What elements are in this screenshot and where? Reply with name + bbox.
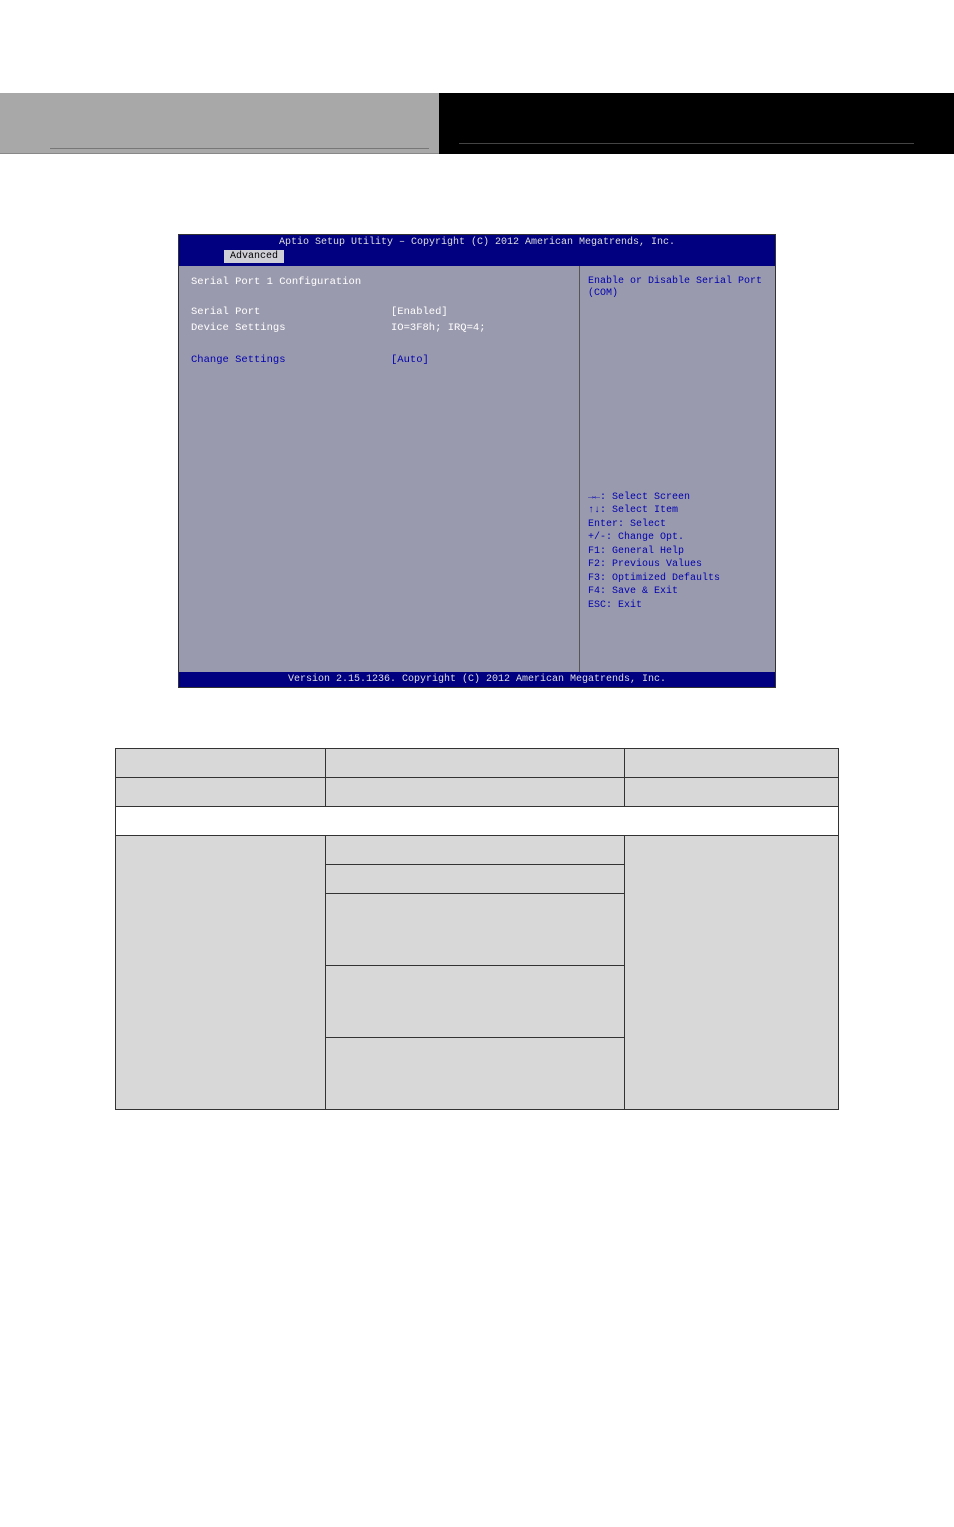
table-merged-cell bbox=[116, 807, 839, 836]
bios-key-row: ↑↓: Select Item bbox=[588, 504, 767, 518]
bios-key-row: →←: Select Screen bbox=[588, 491, 767, 505]
table-cell bbox=[625, 836, 839, 1110]
bios-section-title: Serial Port 1 Configuration bbox=[191, 276, 557, 288]
table-header-cell bbox=[325, 749, 625, 778]
table-header-cell bbox=[116, 749, 326, 778]
bios-body: Serial Port 1 Configuration Serial Port … bbox=[179, 266, 775, 672]
table-cell bbox=[325, 865, 625, 894]
table-header-row bbox=[116, 749, 839, 778]
bios-key-row: F2: Previous Values bbox=[588, 558, 767, 572]
table-cell bbox=[325, 778, 625, 807]
bios-title: Aptio Setup Utility – Copyright (C) 2012… bbox=[179, 235, 775, 250]
table-cell bbox=[625, 778, 839, 807]
table-cell-rowlabel bbox=[116, 836, 326, 1110]
bios-row-change-settings[interactable]: Change Settings [Auto] bbox=[191, 354, 557, 366]
bios-value: [Auto] bbox=[391, 354, 429, 366]
table-cell bbox=[116, 778, 326, 807]
header-left-block bbox=[0, 93, 439, 154]
bios-key-row: F4: Save & Exit bbox=[588, 585, 767, 599]
bios-footer: Version 2.15.1236. Copyright (C) 2012 Am… bbox=[179, 672, 775, 687]
bios-right-pane: Enable or Disable Serial Port (COM) →←: … bbox=[580, 266, 775, 672]
bios-key-row: F1: General Help bbox=[588, 545, 767, 559]
bios-left-pane: Serial Port 1 Configuration Serial Port … bbox=[179, 266, 580, 672]
bios-tab-advanced[interactable]: Advanced bbox=[224, 250, 284, 263]
table-cell bbox=[325, 966, 625, 1038]
table-row bbox=[116, 778, 839, 807]
bios-tab-row: Advanced bbox=[179, 250, 775, 266]
table-merged-row bbox=[116, 807, 839, 836]
table-cell bbox=[325, 894, 625, 966]
header-left-underline bbox=[50, 121, 429, 149]
bios-window: Aptio Setup Utility – Copyright (C) 2012… bbox=[178, 234, 776, 688]
bios-label: Serial Port bbox=[191, 306, 391, 318]
bios-key-legend: →←: Select Screen ↑↓: Select Item Enter:… bbox=[588, 491, 767, 613]
bios-value: IO=3F8h; IRQ=4; bbox=[391, 322, 486, 334]
options-table bbox=[115, 748, 839, 1110]
bios-key-row: +/-: Change Opt. bbox=[588, 531, 767, 545]
bios-key-row: ESC: Exit bbox=[588, 599, 767, 613]
bios-help-text: Enable or Disable Serial Port (COM) bbox=[588, 276, 767, 491]
bios-row-serial-port[interactable]: Serial Port [Enabled] bbox=[191, 306, 557, 318]
bios-label: Change Settings bbox=[191, 354, 391, 366]
table-cell bbox=[325, 836, 625, 865]
header-right-underline bbox=[459, 143, 914, 144]
bios-row-device-settings: Device Settings IO=3F8h; IRQ=4; bbox=[191, 322, 557, 334]
bios-label: Device Settings bbox=[191, 322, 391, 334]
bios-value: [Enabled] bbox=[391, 306, 448, 318]
bios-key-row: F3: Optimized Defaults bbox=[588, 572, 767, 586]
table-row bbox=[116, 836, 839, 865]
page-header bbox=[0, 93, 954, 154]
table-header-cell bbox=[625, 749, 839, 778]
bios-key-row: Enter: Select bbox=[588, 518, 767, 532]
table-cell bbox=[325, 1038, 625, 1110]
header-right-block bbox=[439, 93, 954, 154]
